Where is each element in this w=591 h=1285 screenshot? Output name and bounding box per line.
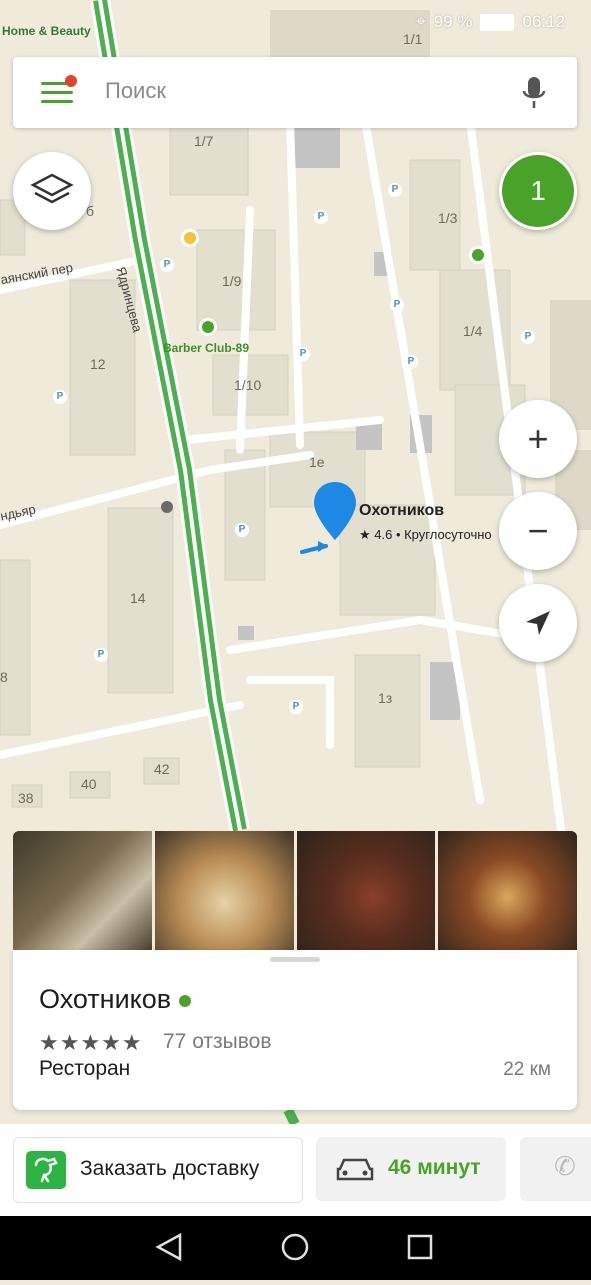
reviews-link[interactable]: 77 отзывов (163, 1030, 272, 1054)
building-number: 1з (378, 690, 393, 706)
parking-icon: P (235, 523, 249, 537)
results-badge[interactable]: 1 (499, 152, 577, 230)
building-number: 42 (154, 761, 170, 777)
building-number: 12 (90, 356, 106, 372)
search-bar[interactable]: Поиск (13, 57, 577, 128)
building-number: 8 (0, 669, 8, 685)
building-number: 1/4 (463, 323, 483, 339)
photo-2[interactable] (154, 831, 294, 951)
delivery-service-icon (26, 1151, 66, 1189)
search-input[interactable]: Поиск (105, 78, 166, 104)
status-bar: Home & Beauty ⌖ 99 % 06:12 (0, 0, 591, 44)
parking-icon: P (404, 355, 418, 369)
parking-icon: P (160, 258, 174, 272)
home-icon (281, 1233, 309, 1261)
poi-label-name[interactable]: Охотников (359, 502, 444, 520)
car-icon (336, 1158, 374, 1181)
system-navigation-bar (0, 1216, 591, 1280)
drag-handle[interactable] (270, 957, 320, 962)
status-overlay-label: Home & Beauty (2, 24, 91, 38)
microphone-icon[interactable] (521, 75, 547, 111)
rating-stars: ★★★★★ (39, 1030, 143, 1055)
photo-4[interactable] (438, 831, 577, 951)
parking-icon: P (388, 183, 402, 197)
order-delivery-label: Заказать доставку (80, 1157, 260, 1180)
minus-icon: − (527, 510, 549, 551)
parking-icon: P (53, 390, 67, 404)
parking-icon: P (296, 347, 310, 361)
poi-label-rating: ★ 4.6 • Круглосуточно (359, 527, 492, 542)
place-category: Ресторан (39, 1057, 131, 1080)
plus-icon: + (527, 418, 549, 459)
results-count: 1 (502, 155, 574, 227)
layers-button[interactable] (13, 152, 91, 230)
building-number: 40 (81, 776, 97, 792)
photo-strip[interactable] (13, 831, 577, 951)
parking-icon: P (521, 330, 535, 344)
action-bar: Заказать доставку 46 минут ✆ (0, 1124, 591, 1216)
back-icon (155, 1232, 182, 1262)
building-number: 1/9 (222, 273, 242, 289)
battery-percent: 99 % (433, 12, 473, 31)
phone-icon: ✆ (554, 1151, 576, 1181)
recents-icon (407, 1234, 433, 1260)
navigation-arrow-icon (526, 611, 550, 635)
place-distance: 22 км (503, 1059, 551, 1080)
parking-icon: P (94, 648, 108, 662)
place-title-text: Охотников (39, 984, 172, 1014)
order-delivery-button[interactable]: Заказать доставку (13, 1137, 303, 1203)
location-icon: ⌖ (416, 12, 426, 31)
photo-3[interactable] (296, 831, 436, 951)
route-button[interactable]: 46 минут (316, 1137, 506, 1201)
building-number: 38 (18, 790, 34, 806)
notification-dot (65, 75, 77, 87)
clock: 06:12 (522, 12, 565, 31)
layers-icon (30, 173, 74, 204)
parking-icon: P (390, 298, 404, 312)
my-location-button[interactable] (499, 584, 577, 662)
menu-icon[interactable] (41, 75, 77, 105)
parking-icon: P (289, 700, 303, 714)
poi-label-barber[interactable]: Barber Club-89 (163, 341, 249, 355)
call-button[interactable]: ✆ (520, 1137, 591, 1201)
building-number: 1е (309, 454, 325, 470)
zoom-out-button[interactable]: − (499, 492, 577, 570)
parking-icon: P (314, 210, 328, 224)
zoom-in-button[interactable]: + (499, 400, 577, 478)
open-status-dot (179, 994, 192, 1007)
building-number: 14 (130, 590, 146, 606)
photo-1[interactable] (13, 831, 152, 951)
route-time: 46 минут (388, 1156, 481, 1179)
place-title: Охотников (39, 984, 192, 1015)
battery-icon (480, 13, 515, 31)
building-number: 1/7 (194, 133, 214, 149)
building-number: 1/3 (438, 210, 458, 226)
place-card[interactable]: Охотников ★★★★★ 77 отзывов Ресторан 22 к… (13, 950, 577, 1110)
building-number: 1/10 (234, 377, 262, 393)
